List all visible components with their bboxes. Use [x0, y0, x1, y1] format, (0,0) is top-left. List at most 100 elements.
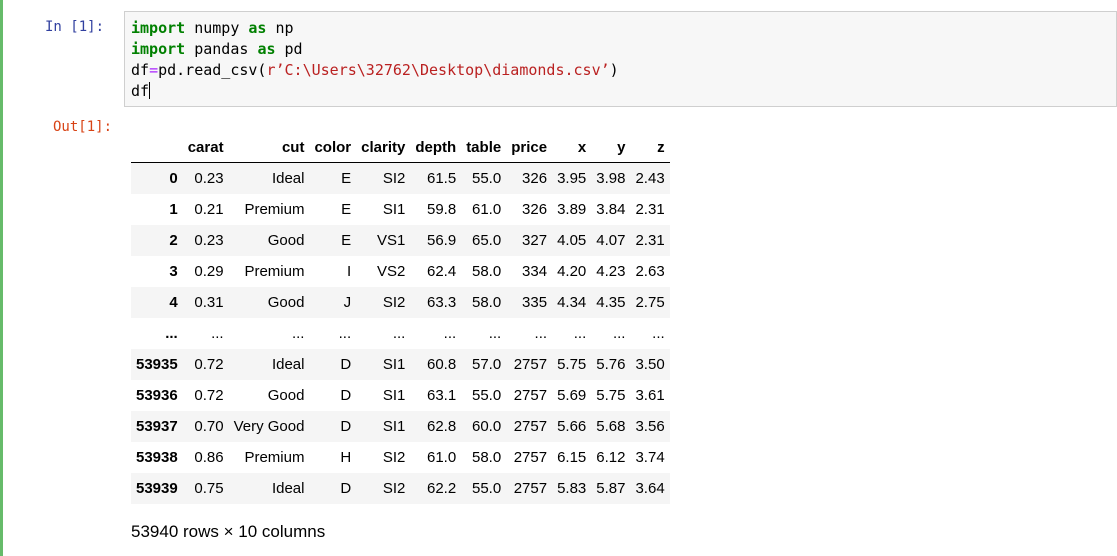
- header-row: carat cut color clarity depth table price x y z: [131, 132, 670, 163]
- table-cell-carat: 0.72: [194, 356, 224, 373]
- close-paren: ): [609, 61, 619, 79]
- table-cell-clarity: SI2: [382, 449, 406, 466]
- table-cell-price: 2757: [513, 418, 548, 435]
- table-cell-x: 4.05: [557, 232, 587, 249]
- table-cell-carat: 0.72: [194, 387, 224, 404]
- table-cell-cut: Good: [267, 294, 305, 311]
- table-cell-x: 3.89: [557, 201, 587, 218]
- row-index: 3: [169, 263, 178, 280]
- keyword-import: import: [131, 19, 186, 37]
- column-header-table: table: [461, 132, 507, 163]
- table-cell-cut: Ideal: [271, 356, 305, 373]
- table-cell-cut: Good: [267, 387, 305, 404]
- table-cell-cut: Premium: [244, 449, 305, 466]
- table-row: 53937 0.70 Very Good D SI1 62.8 60.0 2757 5.66 5.…: [131, 411, 670, 442]
- alias-name: np: [266, 19, 294, 37]
- output-prompt: Out[1]:: [53, 119, 113, 135]
- table-cell-price: 2757: [513, 356, 548, 373]
- alias-name: pd: [275, 40, 303, 58]
- table-cell-table: 55.0: [472, 480, 502, 497]
- table-row: 53936 0.72 Good D SI1 63.1 55.0 2757 5.69 5.75 3.6…: [131, 380, 670, 411]
- table-cell-clarity: SI2: [382, 294, 406, 311]
- cell-selected-border: [0, 0, 3, 556]
- table-cell-cut: Premium: [244, 263, 305, 280]
- table-cell-price: ...: [534, 325, 548, 342]
- table-cell-x: 3.95: [557, 170, 587, 187]
- table-cell-price: 326: [522, 201, 548, 218]
- table-cell-carat: 0.23: [194, 170, 224, 187]
- table-row: .................................: [131, 318, 670, 349]
- keyword-as: as: [257, 40, 276, 58]
- table-cell-table: 55.0: [472, 387, 502, 404]
- table-cell-z: 3.74: [635, 449, 665, 466]
- table-cell-carat: 0.75: [194, 480, 224, 497]
- table-cell-z: 2.31: [635, 232, 665, 249]
- table-cell-price: 335: [522, 294, 548, 311]
- table-cell-color: E: [341, 170, 352, 187]
- table-cell-table: 58.0: [472, 263, 502, 280]
- table-cell-cut: Premium: [244, 201, 305, 218]
- table-cell-x: 4.20: [557, 263, 587, 280]
- table-cell-color: I: [346, 263, 352, 280]
- column-header-depth: depth: [410, 132, 462, 163]
- table-cell-x: 5.66: [557, 418, 587, 435]
- table-cell-table: 60.0: [472, 418, 502, 435]
- table-body: 0 0.23 Ideal E SI2 61.5 55.0 326 3.95 3.98 2.43 1 0.…: [131, 162, 670, 504]
- dataframe-summary: 53940 rows × 10 columns: [131, 522, 326, 541]
- table-cell-y: 6.12: [596, 449, 626, 466]
- table-cell-table: 61.0: [472, 201, 502, 218]
- table-row: 2 0.23 Good E VS1 56.9 65.0 327 4.05 4.07 2.31: [131, 225, 670, 256]
- row-index: 1: [169, 201, 178, 218]
- table-cell-carat: 0.23: [194, 232, 224, 249]
- table-cell-x: 5.83: [557, 480, 587, 497]
- table-row: 1 0.21 Premium E SI1 59.8 61.0 326 3.89 3.84 2.31: [131, 194, 670, 225]
- function-call: pd.read_csv(: [158, 61, 267, 79]
- table-cell-depth: 60.8: [426, 356, 457, 373]
- code-line-4: df: [131, 81, 1116, 102]
- table-cell-cut: Ideal: [271, 170, 305, 187]
- row-index: 0: [169, 170, 178, 187]
- table-cell-clarity: SI1: [382, 201, 406, 218]
- table-cell-color: D: [340, 418, 352, 435]
- table-cell-x: 4.34: [557, 294, 587, 311]
- code-editor[interactable]: import numpy as np import pandas as pd d…: [124, 11, 1117, 107]
- table-row: 53938 0.86 Premium H SI2 61.0 58.0 2757 6.15 6.12…: [131, 442, 670, 473]
- module-name: numpy: [185, 19, 249, 37]
- table-cell-color: D: [340, 356, 352, 373]
- table-cell-x: 5.69: [557, 387, 587, 404]
- table-cell-depth: 63.3: [426, 294, 457, 311]
- table-cell-y: 5.76: [596, 356, 626, 373]
- table-cell-color: E: [341, 232, 352, 249]
- table-cell-x: ...: [573, 325, 587, 342]
- table-cell-carat: 0.86: [194, 449, 224, 466]
- table-cell-y: 5.68: [596, 418, 626, 435]
- table-cell-depth: 56.9: [426, 232, 457, 249]
- table-cell-color: E: [341, 201, 352, 218]
- table-cell-price: 2757: [513, 387, 548, 404]
- table-cell-depth: ...: [443, 325, 457, 342]
- table-cell-carat: 0.29: [194, 263, 224, 280]
- table-cell-z: 3.50: [635, 356, 665, 373]
- table-cell-color: ...: [338, 325, 352, 342]
- table-cell-table: 55.0: [472, 170, 502, 187]
- table-cell-z: 2.75: [635, 294, 665, 311]
- table-cell-depth: 62.4: [426, 263, 457, 280]
- table-cell-color: D: [340, 387, 352, 404]
- code-line-3: df=pd.read_csv(r’C:\Users\32762\Desktop\…: [131, 60, 1116, 81]
- column-header-cut: cut: [228, 132, 310, 163]
- table-cell-price: 334: [522, 263, 548, 280]
- table-cell-clarity: SI1: [382, 356, 406, 373]
- input-prompt: In [1]:: [45, 19, 105, 35]
- table-cell-depth: 61.5: [426, 170, 457, 187]
- column-header-clarity: clarity: [356, 132, 411, 163]
- table-cell-clarity: ...: [392, 325, 406, 342]
- table-cell-price: 2757: [513, 480, 548, 497]
- table-cell-x: 6.15: [557, 449, 587, 466]
- table-cell-cut: Very Good: [233, 418, 305, 435]
- table-row: 4 0.31 Good J SI2 63.3 58.0 335 4.34 4.35 2.75: [131, 287, 670, 318]
- table-cell-depth: 59.8: [426, 201, 457, 218]
- row-index: 53939: [136, 480, 178, 497]
- column-header-carat: carat: [182, 132, 229, 163]
- row-index: 4: [169, 294, 178, 311]
- table-cell-clarity: SI2: [382, 480, 406, 497]
